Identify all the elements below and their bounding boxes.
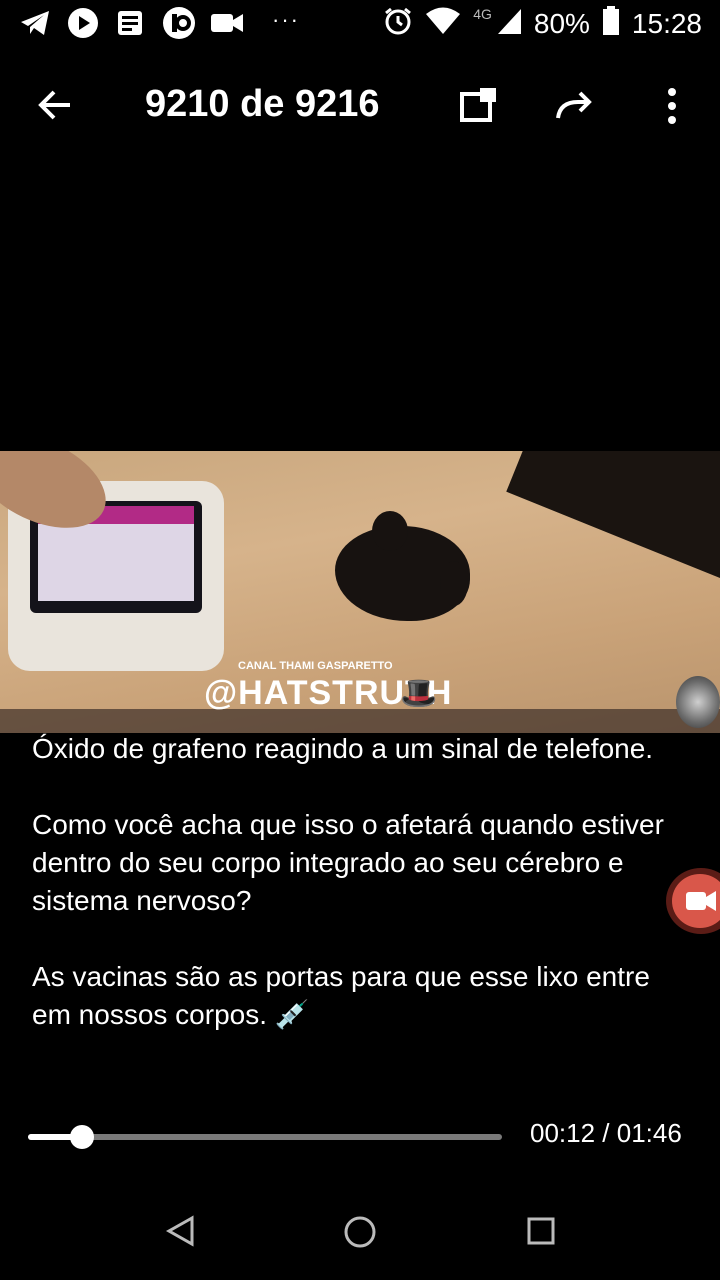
clock: 15:28 xyxy=(631,7,702,39)
screen-record-button[interactable] xyxy=(666,868,720,934)
seek-thumb[interactable] xyxy=(69,1125,94,1149)
app-icon xyxy=(162,6,196,40)
nav-recents-button[interactable] xyxy=(526,1216,556,1251)
open-in-new-window-icon xyxy=(460,88,496,122)
more-vert-icon xyxy=(668,88,676,124)
video-graphene-blob xyxy=(372,511,408,551)
system-indicators: 4G 80% 15:28 xyxy=(383,6,702,41)
more-options-button[interactable] xyxy=(656,84,688,128)
app-bar: 9210 de 9216 xyxy=(0,70,720,140)
notification-icons: ··· xyxy=(18,6,300,40)
share-button[interactable] xyxy=(552,84,598,128)
circle-home-icon xyxy=(344,1216,376,1248)
top-hat-emoji: 🎩 xyxy=(400,677,438,710)
video-camera-icon xyxy=(210,6,244,40)
news-icon xyxy=(114,6,148,40)
telegram-icon xyxy=(18,6,52,40)
caption-paragraph: Óxido de grafeno reagindo a um sinal de … xyxy=(32,733,654,764)
seek-bar[interactable] xyxy=(28,1125,502,1149)
caption-paragraph: As vacinas são as portas para que esse l… xyxy=(32,961,650,1030)
battery-percent: 80% xyxy=(533,7,590,39)
video-player[interactable]: CANAL THAMI GASPARETTO @HATSTRUTH 🎩 xyxy=(0,451,720,733)
caption-text: Óxido de grafeno reagindo a um sinal de … xyxy=(32,730,672,1072)
time-label: 00:12 / 01:46 xyxy=(530,1118,682,1148)
more-notifications: ··· xyxy=(272,7,300,32)
youtube-icon xyxy=(66,6,100,40)
nav-back-button[interactable] xyxy=(164,1214,198,1253)
video-background-shadow xyxy=(506,451,720,582)
arrow-back-icon xyxy=(38,90,70,120)
back-button[interactable] xyxy=(32,82,78,128)
signal-icon xyxy=(496,7,522,40)
wifi-icon xyxy=(425,7,461,40)
status-bar: ··· 4G 80% 15:28 xyxy=(0,0,720,52)
video-graphene-blob xyxy=(440,561,468,606)
video-camera-icon xyxy=(686,891,716,911)
battery-icon xyxy=(602,6,620,41)
record-bubble xyxy=(672,874,720,928)
triangle-back-icon xyxy=(165,1215,194,1247)
caption-paragraph: Como você acha que isso o afetará quando… xyxy=(32,809,664,916)
navigation-bar xyxy=(0,1190,720,1280)
open-window-button[interactable] xyxy=(458,84,502,128)
page-title: 9210 de 9216 xyxy=(145,83,380,125)
alarm-icon xyxy=(383,6,413,41)
nav-home-button[interactable] xyxy=(342,1214,378,1255)
network-type: 4G xyxy=(473,5,492,22)
forward-share-icon xyxy=(556,91,592,119)
square-recents-icon xyxy=(527,1217,555,1245)
watermark-channel: CANAL THAMI GASPARETTO xyxy=(238,660,393,672)
video-clump xyxy=(676,676,720,728)
